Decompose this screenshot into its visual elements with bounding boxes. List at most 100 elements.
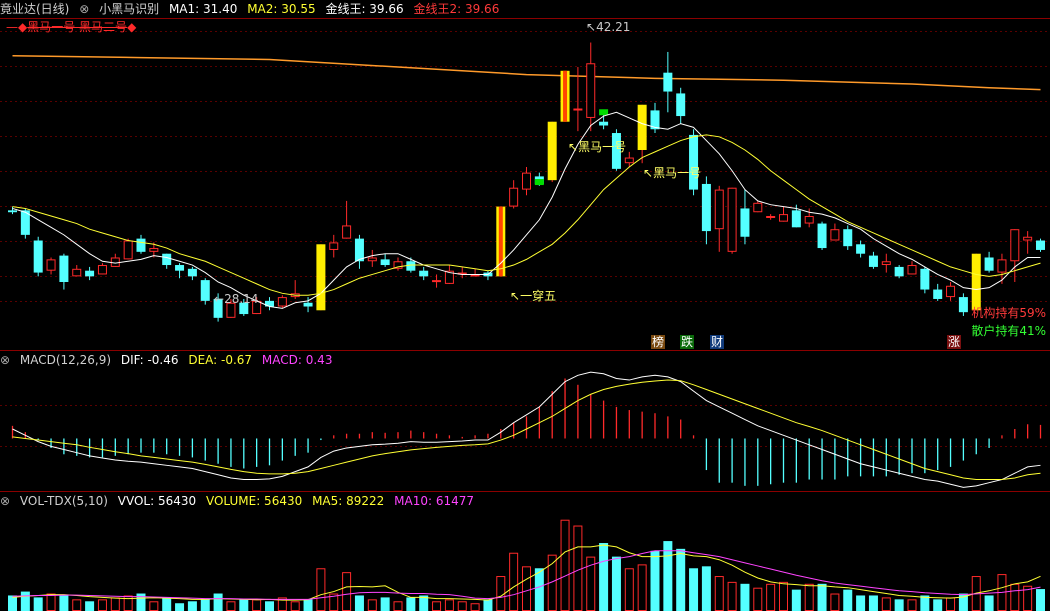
candle-body — [329, 242, 339, 250]
yichuanwu-arrow-icon: ↖ — [510, 289, 521, 303]
signal-bar — [971, 253, 981, 311]
candle-body — [1023, 236, 1033, 241]
candle-body — [303, 302, 313, 307]
heima2-arrow-icon: ↖ — [643, 166, 654, 180]
candle-body — [573, 108, 583, 111]
stock-title[interactable]: 竟业达(日线) — [0, 2, 69, 16]
candle-body — [946, 285, 956, 298]
candle-body — [714, 189, 724, 230]
candle — [367, 249, 377, 267]
candle-body — [1036, 240, 1045, 250]
volume-bar — [8, 595, 17, 611]
candle — [329, 234, 339, 258]
green-mark — [534, 179, 544, 186]
signal-bar-core — [498, 206, 503, 277]
volume-bar — [432, 601, 442, 611]
candle — [984, 251, 994, 273]
indicator-toggle-icon[interactable]: ⊗ — [79, 2, 89, 16]
volume-bar — [265, 601, 274, 611]
signal-bar-core — [563, 70, 568, 122]
institution-holding: 机构持有59% — [971, 306, 1046, 320]
volume-bar — [290, 601, 300, 611]
candle — [933, 283, 943, 301]
macd-header: ⊗ MACD(12,26,9) DIF: -0.46 DEA: -0.67 MA… — [0, 351, 338, 369]
candle-body — [59, 255, 69, 282]
candle-body — [277, 297, 287, 307]
candle-body — [779, 214, 788, 222]
candle — [997, 253, 1007, 284]
marker-zhang[interactable]: 涨 — [947, 335, 962, 349]
candle-body — [933, 289, 943, 299]
candle — [727, 187, 737, 254]
candle-body — [856, 244, 866, 254]
marker-die[interactable]: 跌 — [680, 335, 695, 349]
candle-body — [509, 187, 519, 207]
candle-body — [663, 72, 673, 92]
volume-panel — [8, 519, 1045, 611]
marker-cai[interactable]: 财 — [710, 335, 725, 349]
volume-bar — [701, 566, 711, 611]
candle — [881, 253, 891, 273]
volume-bar — [303, 599, 313, 611]
candle — [136, 234, 146, 254]
main-legend: —◆黑马一号 黑马二号◆ — [6, 20, 136, 34]
volume-bar — [97, 599, 107, 611]
candle — [187, 266, 197, 281]
candle-body — [1010, 229, 1020, 262]
vol-header: ⊗ VOL-TDX(5,10) VVOL: 56430 VOLUME: 5643… — [0, 492, 480, 510]
macd-dea: DEA: -0.67 — [188, 353, 253, 367]
candle-body — [791, 210, 801, 228]
macd-panel — [11, 371, 1042, 488]
candle — [753, 200, 763, 213]
candle-body — [817, 223, 827, 249]
signal-bar — [637, 104, 647, 150]
volume-bar — [907, 599, 917, 611]
candlesticks — [8, 42, 1045, 322]
candle-body — [727, 187, 737, 252]
signal-bar — [316, 244, 326, 311]
candle — [277, 295, 287, 309]
volume-bar — [33, 597, 43, 611]
volume-bar — [59, 595, 69, 611]
vol-ma5: MA5: 89222 — [312, 494, 385, 508]
ma2-value: MA2: 30.55 — [247, 2, 316, 16]
yichuanwu-label: ↖一穿五 — [510, 289, 557, 303]
indicator-name[interactable]: 小黑马识别 — [99, 2, 159, 16]
candle — [444, 265, 454, 284]
candle-body — [72, 268, 82, 277]
gold-line — [12, 54, 1041, 91]
volume-bar — [560, 519, 570, 611]
volume-bar — [444, 599, 454, 611]
candle — [779, 206, 788, 222]
volume-bar — [496, 576, 506, 611]
volume-bar — [1036, 589, 1045, 611]
volume-bar — [843, 589, 853, 611]
volume-bar — [483, 599, 493, 611]
candle — [432, 274, 442, 288]
candle — [59, 253, 69, 290]
volume-bar — [650, 550, 660, 611]
volume-bar — [676, 548, 686, 611]
vol-name[interactable]: VOL-TDX(5,10) — [20, 494, 108, 508]
legend-diamond-end-icon: ◆ — [127, 20, 137, 34]
volume-bar — [457, 601, 467, 611]
candle-body — [830, 229, 840, 241]
vol-toggle-icon[interactable]: ⊗ — [0, 494, 10, 508]
volume-bar — [727, 581, 737, 611]
volume-bar — [187, 601, 197, 611]
gold1-value: 金线王: 39.66 — [325, 2, 404, 16]
volume-bar — [522, 566, 531, 611]
candle — [843, 225, 853, 250]
candle — [547, 121, 557, 183]
volume-bar — [393, 601, 403, 611]
marker-bang[interactable]: 榜 — [651, 335, 666, 349]
volume-bar — [933, 599, 943, 611]
candle-body — [881, 261, 891, 266]
macd-name[interactable]: MACD(12,26,9) — [20, 353, 111, 367]
candle-body — [85, 270, 95, 277]
volume-bar — [740, 583, 750, 611]
candle — [1036, 238, 1045, 252]
retail-holding: 散户持有41% — [971, 324, 1046, 338]
macd-toggle-icon[interactable]: ⊗ — [0, 353, 10, 367]
gold-line-path — [12, 54, 1041, 91]
